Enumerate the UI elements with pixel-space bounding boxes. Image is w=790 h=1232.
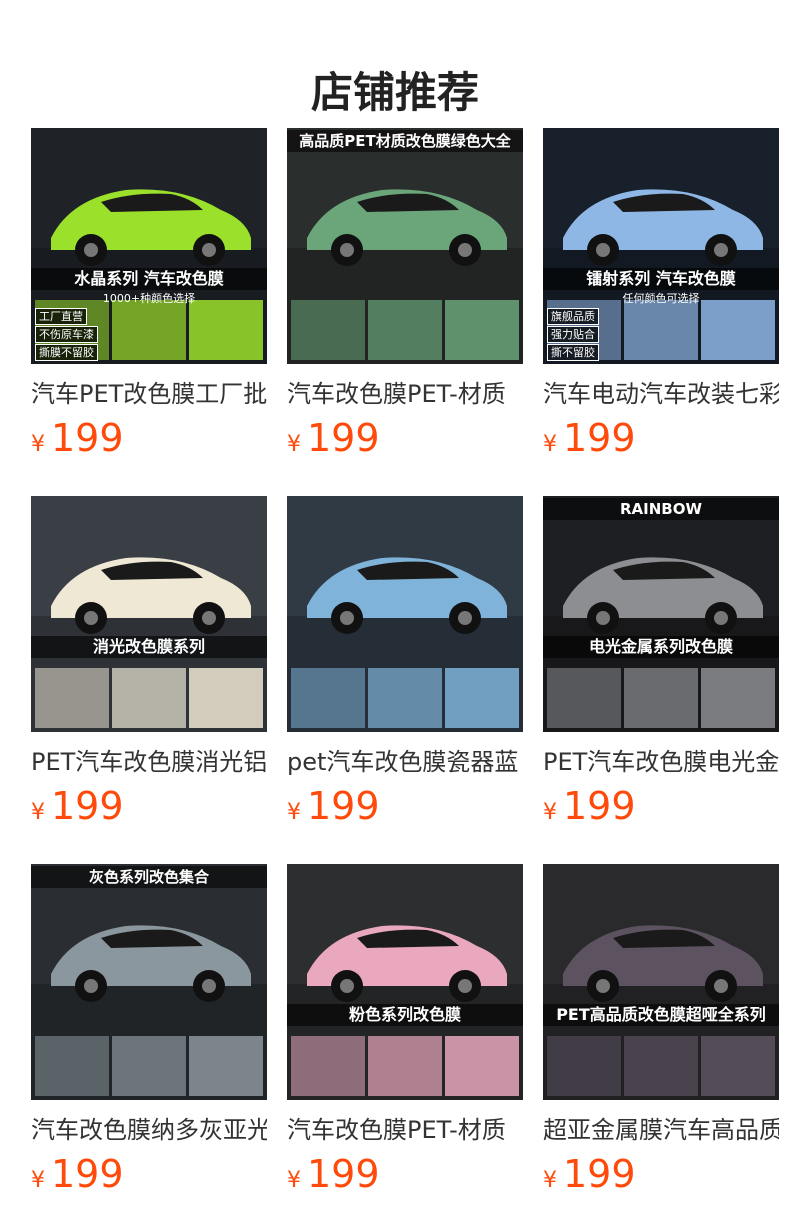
page-title: 店铺推荐 bbox=[310, 68, 479, 118]
price-amount: 199 bbox=[563, 1152, 636, 1196]
image-banner-middle: 电光金属系列改色膜 bbox=[543, 636, 779, 658]
product-title[interactable]: 汽车改色膜PET-材质 bbox=[287, 376, 523, 412]
product-title[interactable]: pet汽车改色膜瓷器蓝 bbox=[287, 744, 523, 780]
product-card[interactable]: PET高品质改色膜超哑全系列超亚金属膜汽车高品质 ¥199 bbox=[543, 864, 779, 1204]
price-amount: 199 bbox=[307, 416, 380, 460]
price-amount: 199 bbox=[307, 1152, 380, 1196]
image-badge: 不伤原车漆 bbox=[35, 326, 98, 343]
product-price: ¥199 bbox=[543, 784, 636, 828]
image-badge: 旗舰品质 bbox=[547, 308, 599, 325]
product-price: ¥199 bbox=[287, 416, 380, 460]
product-card[interactable]: 消光改色膜系列 PET汽车改色膜消光铝 ¥199 bbox=[31, 496, 267, 836]
car-illustration bbox=[287, 496, 523, 732]
product-title[interactable]: 超亚金属膜汽车高品质 bbox=[543, 1112, 779, 1148]
product-card[interactable]: pet汽车改色膜瓷器蓝 ¥199 bbox=[287, 496, 523, 836]
price-amount: 199 bbox=[307, 784, 380, 828]
image-banner-middle: PET高品质改色膜超哑全系列 bbox=[543, 1004, 779, 1026]
product-title[interactable]: PET汽车改色膜电光金 bbox=[543, 744, 779, 780]
car-illustration bbox=[287, 128, 523, 364]
image-subtext: 任何颜色可选择 bbox=[622, 292, 700, 305]
product-title[interactable]: 汽车PET改色膜工厂批 bbox=[31, 376, 267, 412]
product-card[interactable]: 高品质PET材质改色膜绿色大全汽车改色膜PET-材质 ¥199 bbox=[287, 128, 523, 468]
image-badge: 强力贴合 bbox=[547, 326, 599, 343]
image-banner-middle: 水晶系列 汽车改色膜 bbox=[31, 268, 267, 290]
product-title[interactable]: 汽车电动汽车改装七彩 bbox=[543, 376, 779, 412]
currency-symbol: ¥ bbox=[287, 432, 301, 457]
product-title[interactable]: 汽车改色膜PET-材质 bbox=[287, 1112, 523, 1148]
product-image[interactable]: PET高品质改色膜超哑全系列 bbox=[543, 864, 779, 1100]
product-price: ¥199 bbox=[543, 416, 636, 460]
product-price: ¥199 bbox=[31, 784, 124, 828]
product-card[interactable]: RAINBOW 电光金属系列改色膜 PET汽车改色膜电光金 ¥199 bbox=[543, 496, 779, 836]
car-illustration bbox=[31, 496, 267, 732]
product-price: ¥199 bbox=[31, 1152, 124, 1196]
currency-symbol: ¥ bbox=[543, 432, 557, 457]
price-amount: 199 bbox=[51, 416, 124, 460]
product-image[interactable]: 粉色系列改色膜 bbox=[287, 864, 523, 1100]
image-banner-top: RAINBOW bbox=[543, 498, 779, 520]
image-banner-middle: 粉色系列改色膜 bbox=[287, 1004, 523, 1026]
currency-symbol: ¥ bbox=[31, 1168, 45, 1193]
image-banner-top: 高品质PET材质改色膜绿色大全 bbox=[287, 130, 523, 152]
car-illustration bbox=[543, 864, 779, 1100]
image-banner-middle: 镭射系列 汽车改色膜 bbox=[543, 268, 779, 290]
currency-symbol: ¥ bbox=[31, 800, 45, 825]
car-illustration bbox=[543, 496, 779, 732]
product-title[interactable]: 汽车改色膜纳多灰亚光 bbox=[31, 1112, 267, 1148]
price-amount: 199 bbox=[51, 1152, 124, 1196]
product-price: ¥199 bbox=[31, 416, 124, 460]
product-price: ¥199 bbox=[287, 1152, 380, 1196]
image-banner-middle: 消光改色膜系列 bbox=[31, 636, 267, 658]
image-badge: 撕膜不留胶 bbox=[35, 344, 98, 361]
product-image[interactable]: RAINBOW 电光金属系列改色膜 bbox=[543, 496, 779, 732]
price-amount: 199 bbox=[563, 784, 636, 828]
product-image[interactable]: 水晶系列 汽车改色膜 1000+种颜色选择工厂直营 不伤原车漆 撕膜不留胶 bbox=[31, 128, 267, 364]
product-price: ¥199 bbox=[287, 784, 380, 828]
price-amount: 199 bbox=[563, 416, 636, 460]
product-card[interactable]: 灰色系列改色集合汽车改色膜纳多灰亚光 ¥199 bbox=[31, 864, 267, 1204]
product-image[interactable]: 镭射系列 汽车改色膜任何颜色可选择旗舰品质 强力贴合 撕不留胶 bbox=[543, 128, 779, 364]
currency-symbol: ¥ bbox=[543, 800, 557, 825]
product-image[interactable] bbox=[287, 496, 523, 732]
currency-symbol: ¥ bbox=[31, 432, 45, 457]
car-illustration bbox=[287, 864, 523, 1100]
product-image[interactable]: 高品质PET材质改色膜绿色大全 bbox=[287, 128, 523, 364]
image-badge: 撕不留胶 bbox=[547, 344, 599, 361]
product-card[interactable]: 粉色系列改色膜汽车改色膜PET-材质 ¥199 bbox=[287, 864, 523, 1204]
product-card[interactable]: 水晶系列 汽车改色膜 1000+种颜色选择工厂直营 不伤原车漆 撕膜不留胶汽车PET改… bbox=[31, 128, 267, 468]
currency-symbol: ¥ bbox=[287, 800, 301, 825]
currency-symbol: ¥ bbox=[543, 1168, 557, 1193]
product-title[interactable]: PET汽车改色膜消光铝 bbox=[31, 744, 267, 780]
currency-symbol: ¥ bbox=[287, 1168, 301, 1193]
image-badge: 工厂直营 bbox=[35, 308, 87, 325]
product-image[interactable]: 灰色系列改色集合 bbox=[31, 864, 267, 1100]
product-card[interactable]: 镭射系列 汽车改色膜任何颜色可选择旗舰品质 强力贴合 撕不留胶汽车电动汽车改装七彩 ¥… bbox=[543, 128, 779, 468]
product-image[interactable]: 消光改色膜系列 bbox=[31, 496, 267, 732]
product-price: ¥199 bbox=[543, 1152, 636, 1196]
image-subtext: 1000+种颜色选择 bbox=[102, 292, 196, 305]
image-banner-top: 灰色系列改色集合 bbox=[31, 866, 267, 888]
car-illustration bbox=[31, 864, 267, 1100]
price-amount: 199 bbox=[51, 784, 124, 828]
